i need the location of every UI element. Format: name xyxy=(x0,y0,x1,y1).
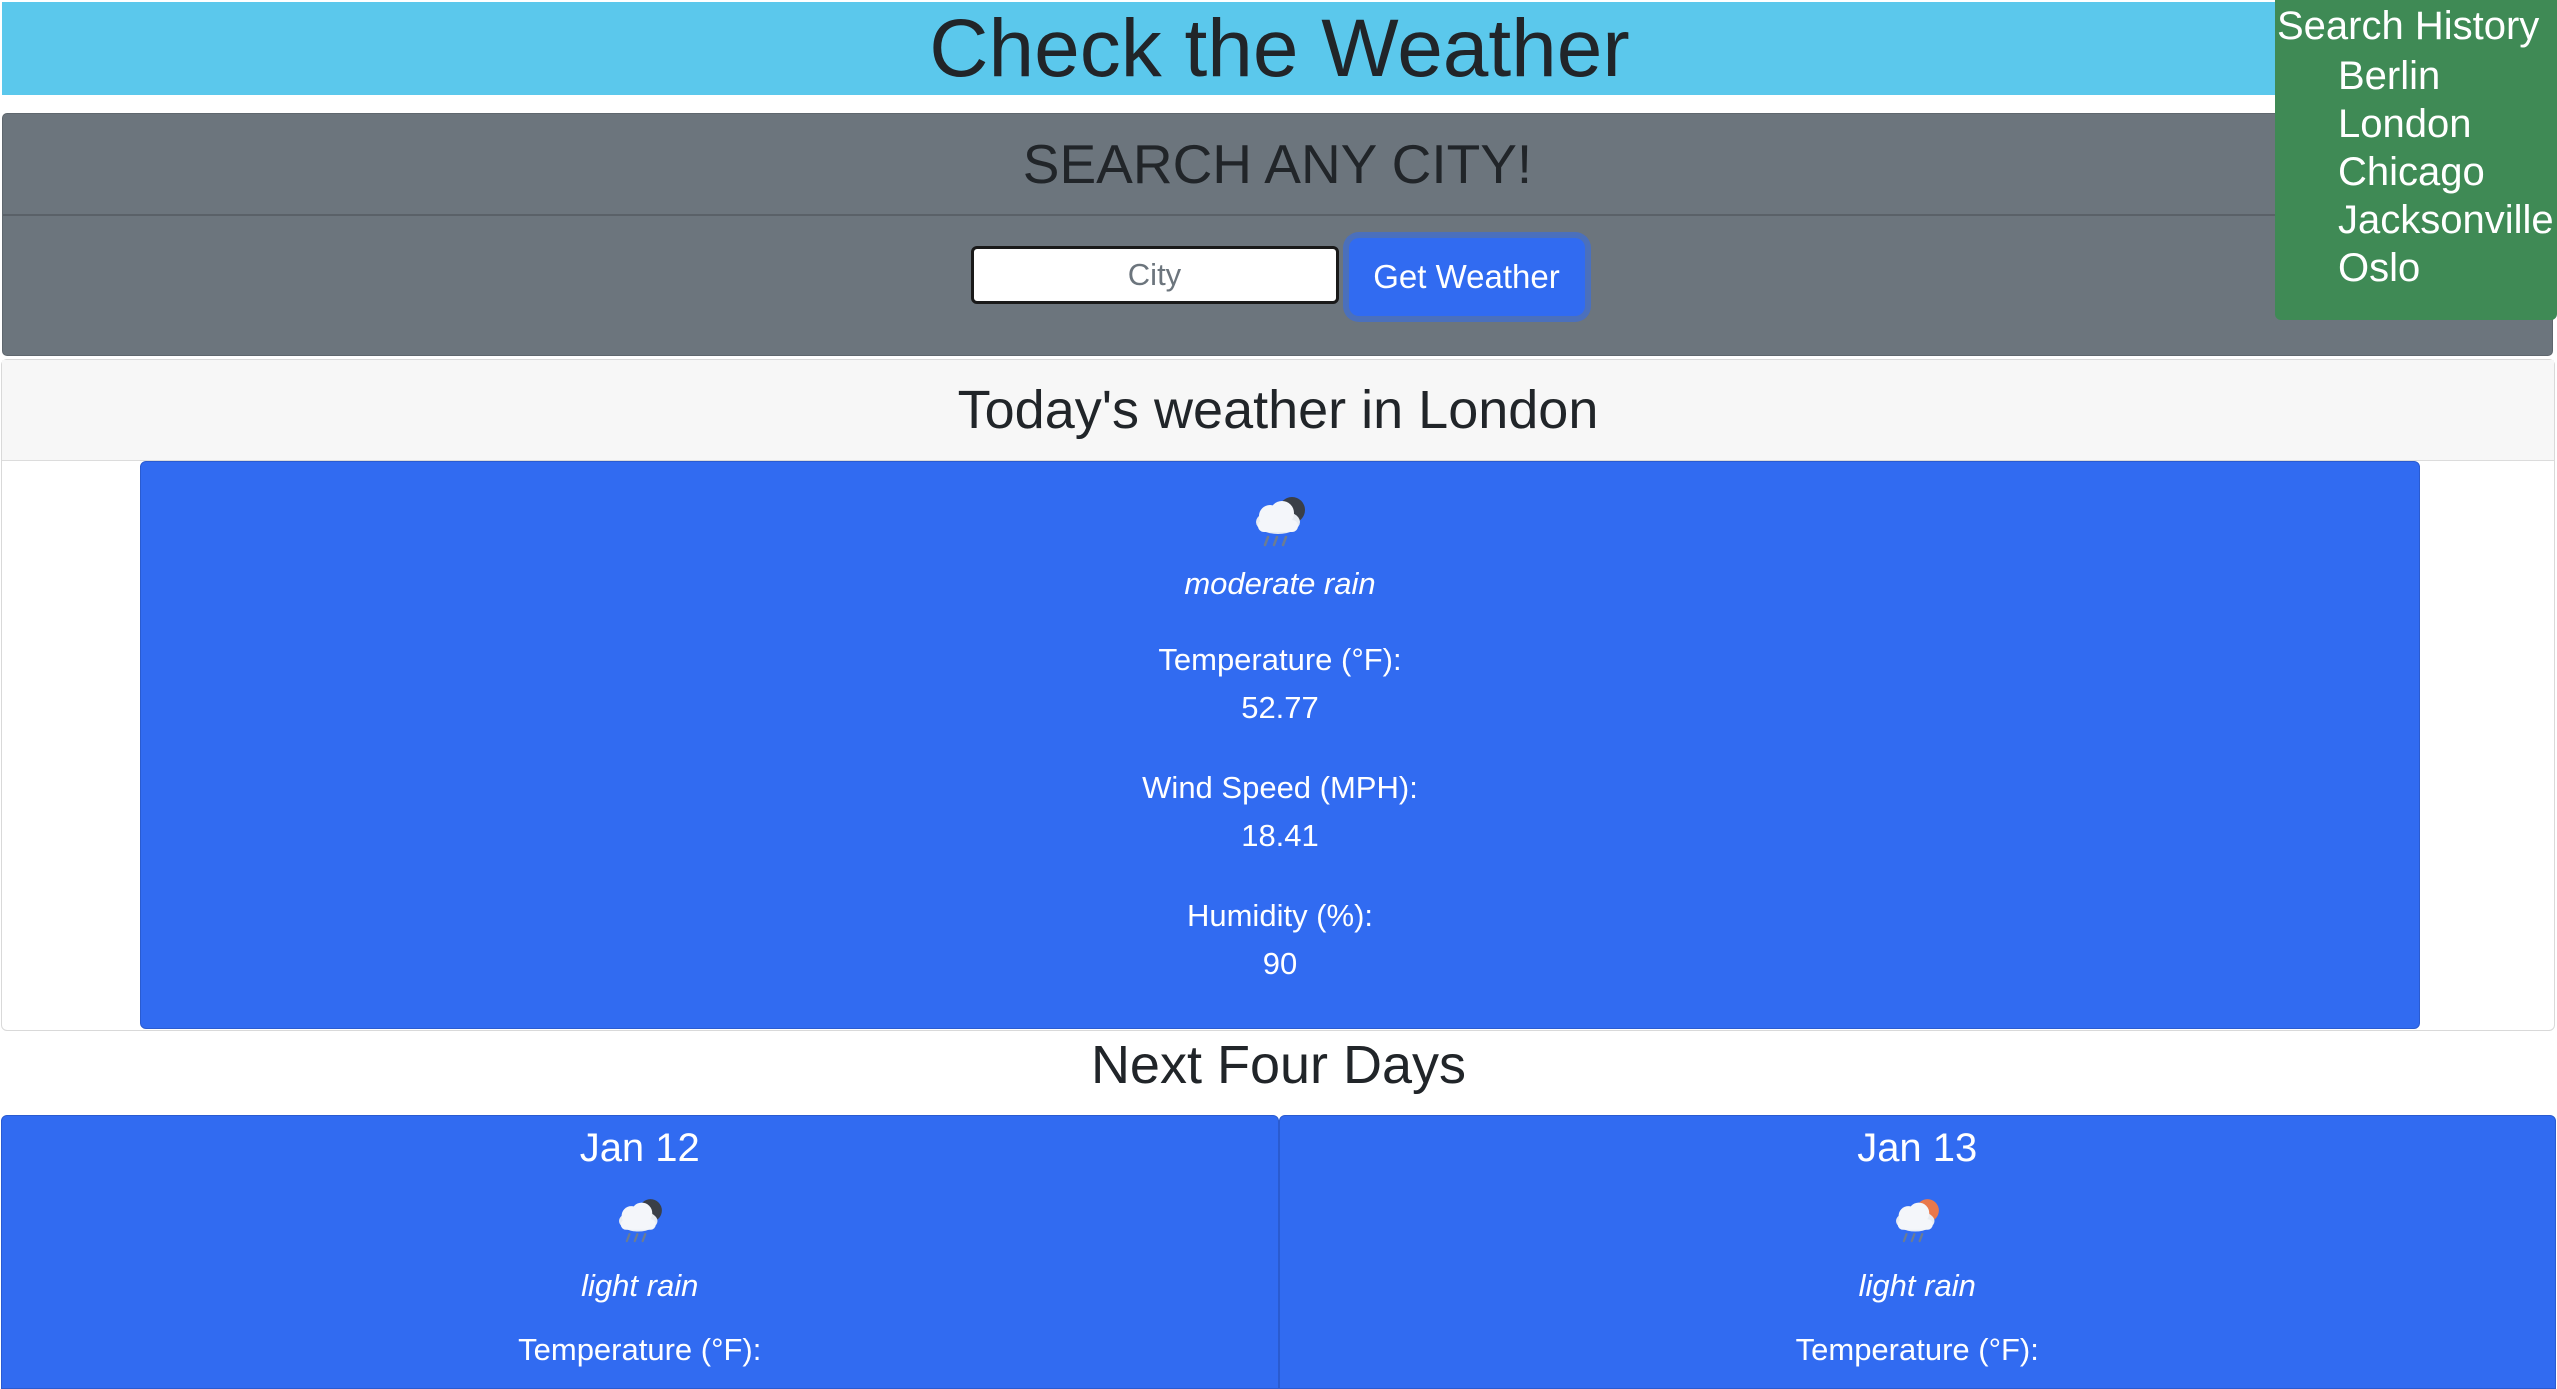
search-card: SEARCH ANY CITY! Get Weather xyxy=(2,113,2553,356)
city-input[interactable] xyxy=(970,246,1339,304)
humidity-value: 90 xyxy=(1262,946,1298,981)
rain-cloud-sun-icon xyxy=(1896,1199,1940,1243)
today-condition: moderate rain xyxy=(1184,566,1376,601)
forecast-temperature-label: Temperature (°F): xyxy=(1795,1332,2039,1367)
forecast-condition: light rain xyxy=(1858,1268,1976,1303)
history-item-chicago[interactable]: Chicago xyxy=(2338,148,2557,196)
forecast-card: Jan 12 light rain Temperature (°F): xyxy=(1,1115,1279,1389)
search-card-title: SEARCH ANY CITY! xyxy=(1022,133,1533,195)
get-weather-button[interactable]: Get Weather xyxy=(1348,238,1585,316)
today-weather-header: Today's weather in London xyxy=(2,360,2554,461)
today-weather-heading: Today's weather in London xyxy=(957,380,1599,440)
rain-cloud-moon-icon xyxy=(618,1199,662,1243)
forecast-heading: Next Four Days xyxy=(1090,1035,1467,1095)
search-history-title: Search History xyxy=(2277,4,2540,48)
search-row: Get Weather xyxy=(3,238,2552,316)
forecast-temperature-label: Temperature (°F): xyxy=(518,1332,762,1367)
forecast-date: Jan 12 xyxy=(579,1126,700,1170)
forecast-card: Jan 13 light rain Temperature (°F): xyxy=(1278,1115,2556,1389)
history-item-jacksonville[interactable]: Jacksonville xyxy=(2338,196,2557,244)
forecast-row: Jan 12 light rain Temperature (°F): Jan … xyxy=(1,1115,2556,1389)
today-weather-body: moderate rain Temperature (°F): 52.77 Wi… xyxy=(140,461,2420,1029)
search-history-panel: Search History Berlin London Chicago Jac… xyxy=(2275,0,2557,320)
today-weather-card: Today's weather in London moderate rain … xyxy=(1,359,2555,1031)
history-item-oslo[interactable]: Oslo xyxy=(2338,244,2557,292)
search-card-header: SEARCH ANY CITY! xyxy=(3,114,2552,216)
history-item-berlin[interactable]: Berlin xyxy=(2338,52,2557,100)
temperature-label: Temperature (°F): xyxy=(1158,642,1402,677)
page-title: Check the Weather xyxy=(929,2,1630,94)
temperature-value: 52.77 xyxy=(1241,690,1319,725)
app-header: Check the Weather xyxy=(2,2,2555,95)
forecast-date: Jan 13 xyxy=(1857,1126,1978,1170)
forecast-condition: light rain xyxy=(581,1268,699,1303)
history-item-london[interactable]: London xyxy=(2338,100,2557,148)
humidity-label: Humidity (%): xyxy=(1186,898,1373,933)
wind-speed-value: 18.41 xyxy=(1241,818,1319,853)
search-history-list: Berlin London Chicago Jacksonville Oslo xyxy=(2275,52,2557,292)
rain-cloud-moon-icon xyxy=(1256,497,1305,547)
wind-speed-label: Wind Speed (MPH): xyxy=(1142,770,1418,805)
